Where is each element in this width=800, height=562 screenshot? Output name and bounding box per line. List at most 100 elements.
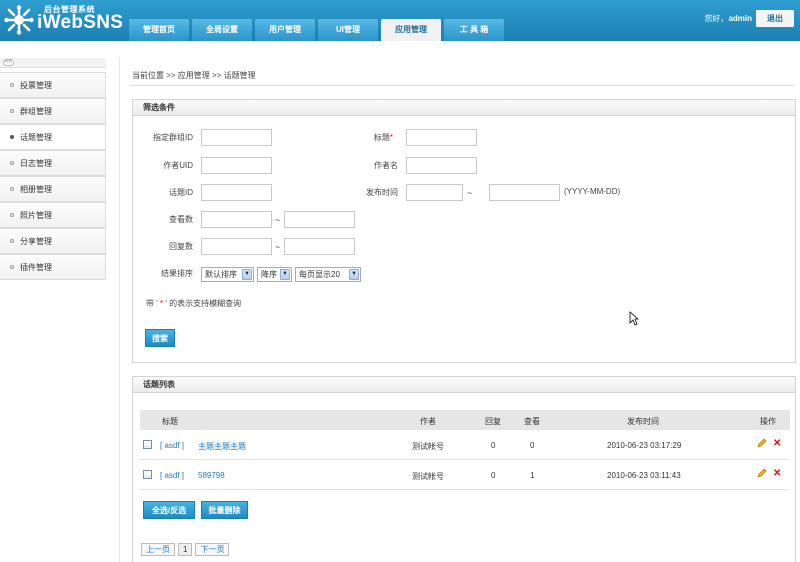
group-link[interactable]: [ asdf ] <box>160 441 184 450</box>
tab-app-management[interactable]: 应用管理 <box>381 19 441 41</box>
col-title: 标题 <box>162 417 178 426</box>
row-checkbox[interactable] <box>143 470 152 479</box>
tilde: ~ <box>275 215 281 225</box>
tab-ui-management[interactable]: UI管理 <box>318 19 378 41</box>
edit-icon[interactable] <box>757 468 767 478</box>
main-nav: 管理首页 全局设置 用户管理 UI管理 应用管理 工 具 箱 <box>129 19 504 41</box>
group-id-input[interactable] <box>201 129 272 146</box>
author-cell: 测试帐号 <box>412 442 444 451</box>
tilde: ~ <box>467 188 473 198</box>
logo-text: iWebSNS <box>37 12 124 33</box>
group-id-label: 指定群组ID <box>153 133 193 142</box>
title-input[interactable] <box>406 129 477 146</box>
tilde: ~ <box>275 242 281 252</box>
col-views: 查看 <box>524 417 540 426</box>
tab-global-settings[interactable]: 全局设置 <box>192 19 252 41</box>
fuzzy-search-note: 带 ' * ' 的表示支持模糊查询 <box>146 298 241 309</box>
bullet-icon <box>10 187 14 191</box>
next-page-button[interactable]: 下一页 <box>195 543 230 556</box>
sidebar-item-label: 分享管理 <box>20 236 52 246</box>
logo-gear-icon <box>4 5 34 35</box>
sidebar-item-shares[interactable]: 分享管理 <box>0 228 106 254</box>
top-header: 后台管理系统 iWebSNS 管理首页 全局设置 用户管理 UI管理 应用管理 … <box>0 0 800 41</box>
table-row: [ asdf ] 589798 测试帐号 0 1 2010-06-23 03:1… <box>140 461 790 490</box>
sidebar-item-albums[interactable]: 相册管理 <box>0 176 106 202</box>
topic-id-input[interactable] <box>201 184 272 201</box>
logout-button[interactable]: 退出 <box>756 10 794 27</box>
tab-user-management[interactable]: 用户管理 <box>255 19 315 41</box>
topic-title-link[interactable]: 589798 <box>198 471 225 480</box>
note-prefix: 带 ' <box>146 299 160 308</box>
sidebar-item-votes[interactable]: 投票管理 <box>0 72 106 98</box>
page-size-select[interactable]: 每页显示20 ▼ <box>295 267 361 282</box>
sort-label: 结果排序 <box>161 269 193 278</box>
greeting: 您好，admin <box>704 13 752 24</box>
author-uid-input[interactable] <box>201 157 272 174</box>
sidebar: 投票管理 群组管理 话题管理 日志管理 相册管理 照片管理 分享管理 插件管理 <box>0 72 106 280</box>
publish-end-input[interactable] <box>489 184 560 201</box>
tab-toolbox[interactable]: 工 具 箱 <box>444 19 504 41</box>
bullet-icon <box>10 265 14 269</box>
author-name-input[interactable] <box>406 157 477 174</box>
col-actions: 操作 <box>760 417 776 426</box>
sidebar-header: << <box>0 58 106 68</box>
prev-page-button[interactable]: 上一页 <box>141 543 175 556</box>
tab-home[interactable]: 管理首页 <box>129 19 189 41</box>
required-mark: * <box>389 133 393 142</box>
batch-delete-button[interactable]: 批量删除 <box>201 501 248 519</box>
delete-icon[interactable]: ✕ <box>773 438 781 449</box>
collapse-sidebar-button[interactable]: << <box>3 59 14 66</box>
replies-min-input[interactable] <box>201 238 272 255</box>
col-author: 作者 <box>420 417 436 426</box>
sort-field-value: 默认排序 <box>205 270 237 279</box>
time-cell: 2010-06-23 03:17:29 <box>607 441 682 450</box>
page-1-button[interactable]: 1 <box>178 543 193 556</box>
topic-id-label: 话题ID <box>169 188 193 197</box>
pagination: 上一页 1 下一页 <box>141 543 230 556</box>
row-checkbox[interactable] <box>143 440 152 449</box>
filter-panel: 筛选条件 指定群组ID 标题* 作者UID 作者名 话题ID 发布时间 ~ (Y… <box>132 99 796 363</box>
replies-max-input[interactable] <box>284 238 355 255</box>
replies-cell: 0 <box>491 441 496 450</box>
topic-title-link[interactable]: 主题主题主题 <box>198 441 246 452</box>
search-button[interactable]: 搜索 <box>145 329 175 347</box>
topic-list-title: 话题列表 <box>133 377 795 393</box>
group-link[interactable]: [ asdf ] <box>160 471 184 480</box>
sort-order-value: 降序 <box>261 270 277 279</box>
sort-field-select[interactable]: 默认排序 ▼ <box>201 267 254 282</box>
edit-icon[interactable] <box>757 438 767 448</box>
mouse-cursor-icon <box>629 311 639 326</box>
views-min-input[interactable] <box>201 211 272 228</box>
title-label-text: 标题 <box>373 133 390 142</box>
publish-start-input[interactable] <box>406 184 463 201</box>
sidebar-item-label: 相册管理 <box>20 184 52 194</box>
sidebar-item-plugins[interactable]: 插件管理 <box>0 254 106 280</box>
topic-list-panel: 话题列表 标题 作者 回复 查看 发布时间 操作 [ asdf ] 主题主题主题… <box>132 376 796 562</box>
page-size-value: 每页显示20 <box>299 270 340 279</box>
sidebar-item-topics[interactable]: 话题管理 <box>0 124 106 150</box>
chevron-down-icon: ▼ <box>280 269 290 280</box>
bullet-icon <box>10 109 14 113</box>
sidebar-item-photos[interactable]: 照片管理 <box>0 202 106 228</box>
note-suffix: ' 的表示支持模糊查询 <box>163 299 242 308</box>
views-label: 查看数 <box>169 215 193 224</box>
col-time: 发布时间 <box>627 417 659 426</box>
user-box: 您好，admin 退出 <box>704 10 794 27</box>
greeting-text: 您好， <box>704 14 729 23</box>
delete-icon[interactable]: ✕ <box>773 468 781 479</box>
sidebar-item-blogs[interactable]: 日志管理 <box>0 150 106 176</box>
date-format-hint: (YYYY-MM-DD) <box>564 187 621 196</box>
sort-order-select[interactable]: 降序 ▼ <box>257 267 292 282</box>
views-cell: 1 <box>530 471 535 480</box>
author-cell: 测试帐号 <box>412 472 444 481</box>
author-name-label: 作者名 <box>374 161 398 170</box>
views-max-input[interactable] <box>284 211 355 228</box>
sidebar-item-groups[interactable]: 群组管理 <box>0 98 106 124</box>
bullet-icon <box>10 161 14 165</box>
time-cell: 2010-06-23 03:11:43 <box>607 471 681 480</box>
author-uid-label: 作者UID <box>163 161 193 170</box>
col-replies: 回复 <box>485 417 501 426</box>
main-content: 当前位置 >> 应用管理 >> 话题管理 筛选条件 指定群组ID 标题* 作者U… <box>119 57 800 562</box>
chevron-down-icon: ▼ <box>349 269 359 280</box>
select-all-button[interactable]: 全选/反选 <box>143 501 195 519</box>
